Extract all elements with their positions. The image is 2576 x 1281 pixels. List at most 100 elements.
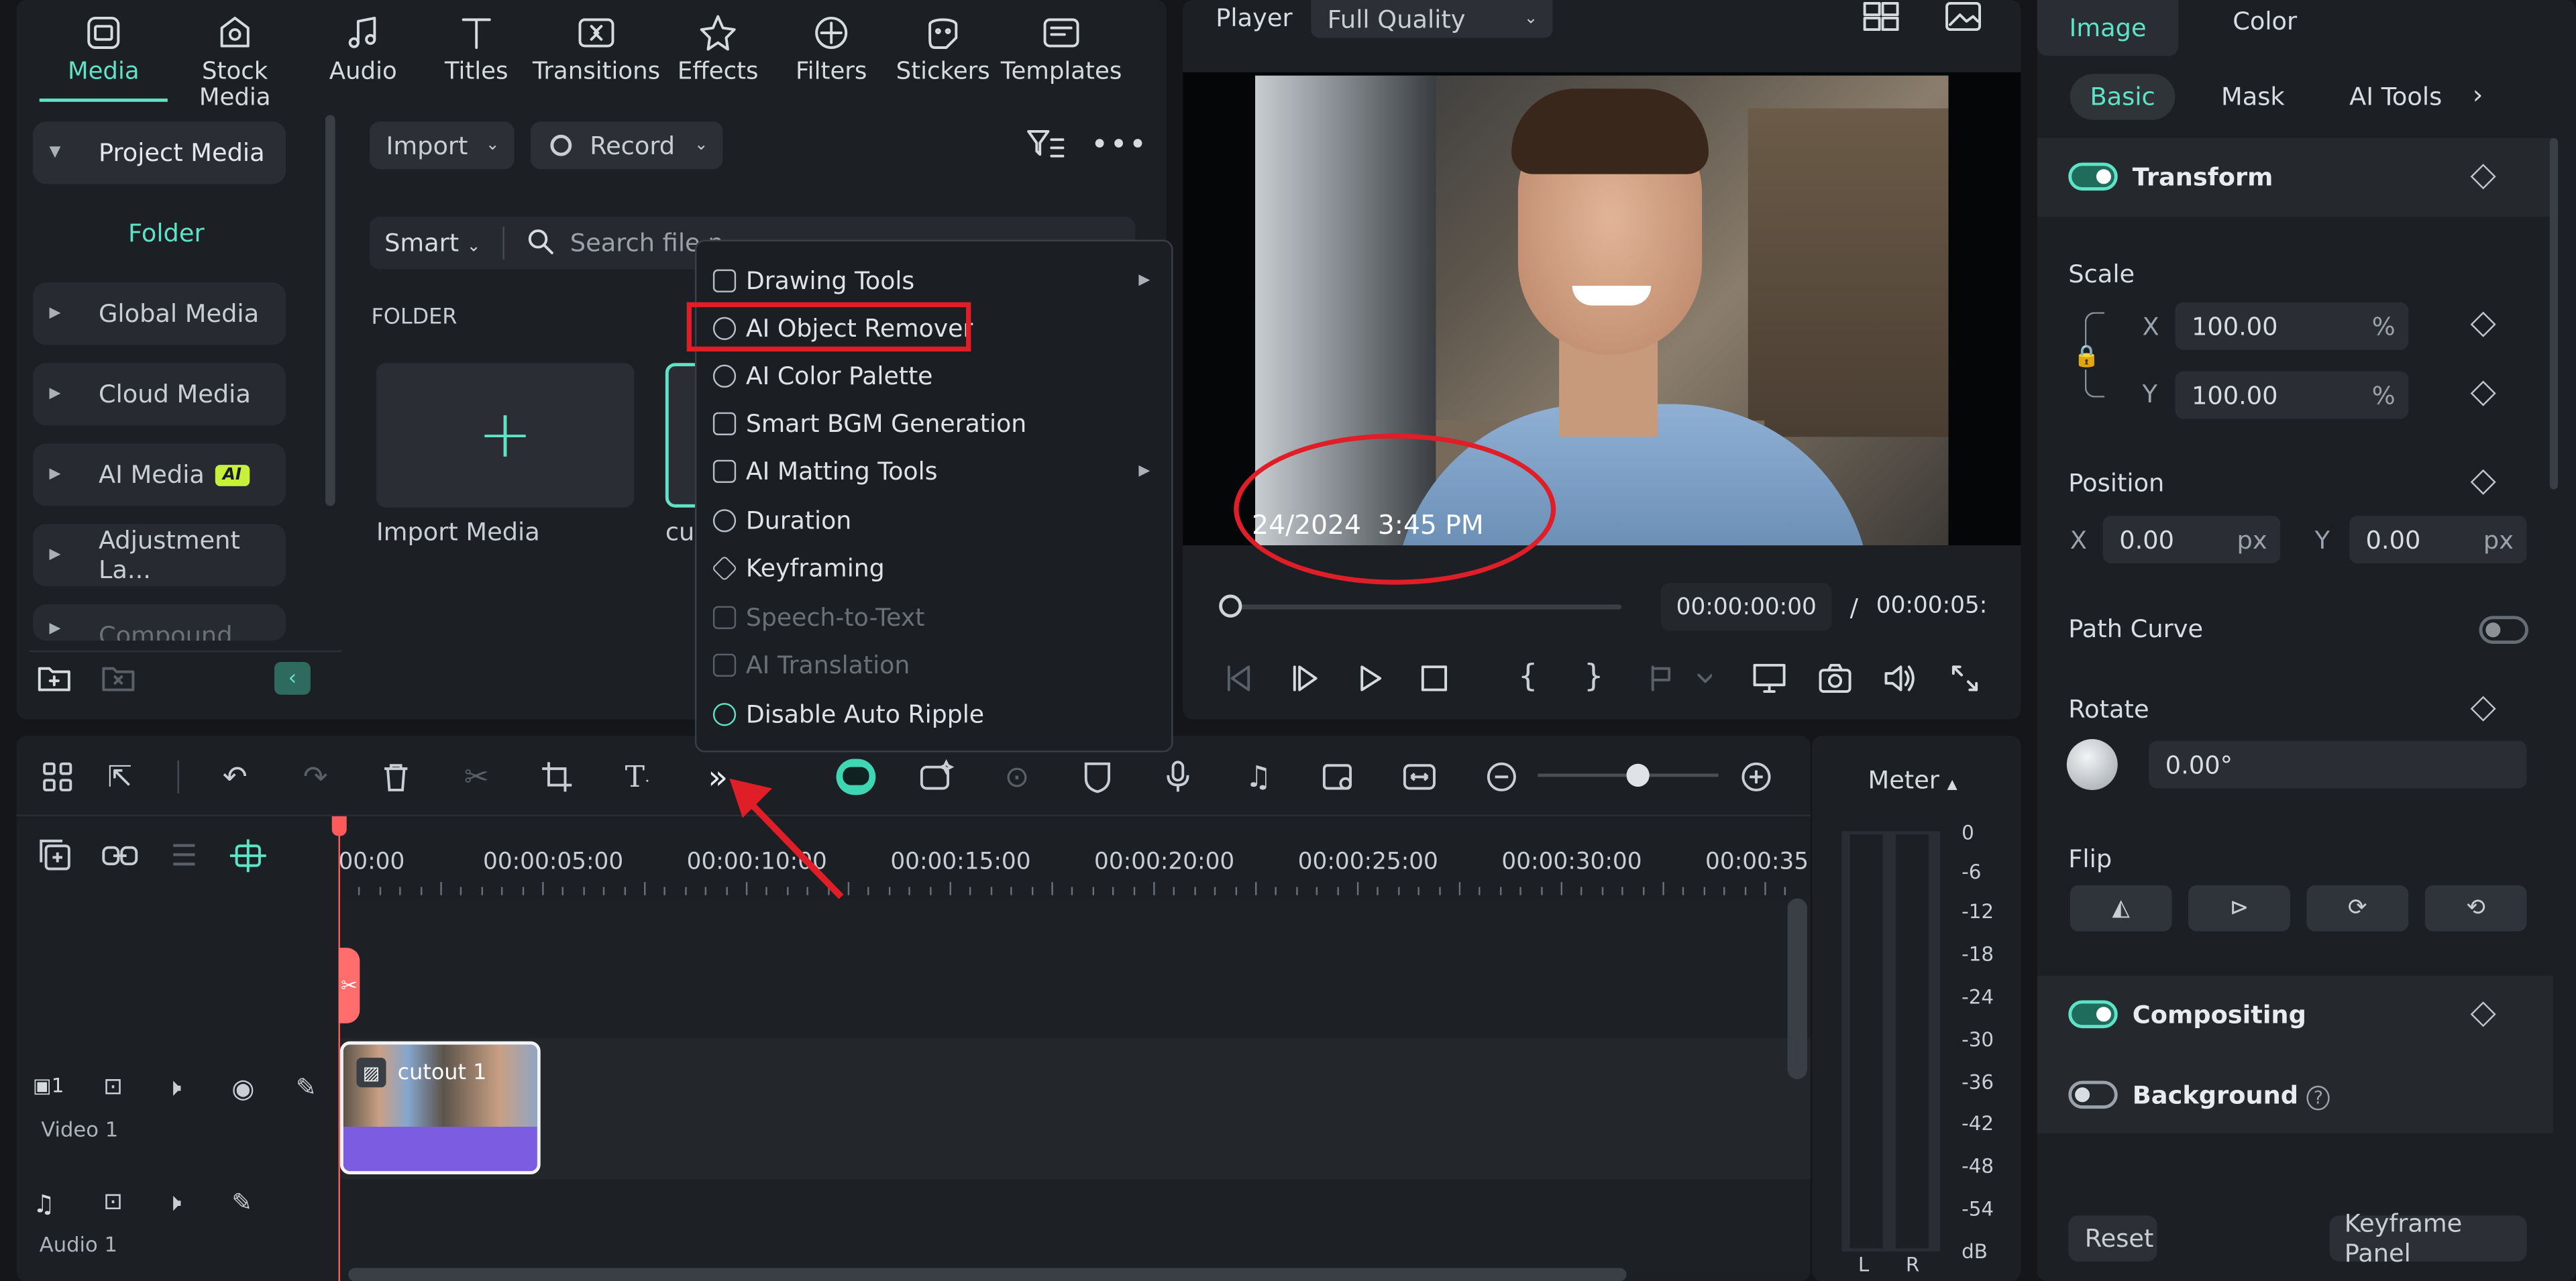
mark-out-icon[interactable]: } xyxy=(1584,659,1604,695)
subtab-basic[interactable]: Basic xyxy=(2070,74,2176,120)
mute-track-icon[interactable]: 🕨 xyxy=(166,1188,181,1217)
subtab-mask[interactable]: Mask xyxy=(2221,82,2285,111)
playhead[interactable] xyxy=(338,816,340,1281)
next-frame-icon[interactable] xyxy=(1288,662,1324,695)
sidebar-item-compound-clip[interactable]: ▶ Compound Clip xyxy=(32,604,286,641)
rotate-dial[interactable] xyxy=(2066,739,2118,790)
zoom-slider-handle[interactable] xyxy=(1625,763,1649,787)
collapse-sidebar-button[interactable]: ‹ xyxy=(274,661,311,695)
smart-filter-dropdown[interactable]: Smart ⌄ xyxy=(384,228,480,258)
zoom-out-icon[interactable] xyxy=(1481,756,1523,799)
timeline-horizontal-scrollbar[interactable] xyxy=(348,1268,1627,1281)
menu-item-ai-matting-tools[interactable]: AI Matting Tools ▶ xyxy=(710,449,1163,495)
stop-icon[interactable] xyxy=(1416,662,1452,695)
sidebar-item-ai-media[interactable]: ▶ AI Media AI xyxy=(32,443,286,506)
import-button[interactable]: Import ⌄ xyxy=(370,121,515,170)
magic-wand-icon[interactable]: ✎ xyxy=(296,1072,317,1102)
playhead-scissor-icon[interactable]: ✂ xyxy=(338,948,360,1023)
record-button[interactable]: Record ⌄ xyxy=(531,121,723,170)
compositing-toggle[interactable] xyxy=(2068,1000,2118,1029)
eye-icon[interactable]: ◉ xyxy=(231,1072,254,1104)
rotate-clockwise-button[interactable]: ⟳ xyxy=(2306,885,2409,932)
rotate-counterclockwise-button[interactable]: ⟲ xyxy=(2424,885,2527,932)
previous-frame-icon[interactable] xyxy=(1222,662,1258,695)
chevron-right-icon[interactable]: › xyxy=(2473,79,2483,111)
reset-button[interactable]: Reset xyxy=(2068,1215,2157,1262)
help-icon[interactable]: ? xyxy=(2306,1085,2330,1111)
microphone-icon[interactable] xyxy=(1157,756,1199,799)
sidebar-item-adjustment-layer[interactable]: ▶ Adjustment La... xyxy=(32,524,286,587)
keyframe-panel-button[interactable]: Keyframe Panel xyxy=(2329,1209,2527,1268)
fit-width-icon[interactable] xyxy=(1398,756,1441,799)
empty-track-area[interactable] xyxy=(338,898,1811,1038)
sidebar-item-folder[interactable]: Folder xyxy=(128,219,205,248)
tab-audio[interactable]: Audio xyxy=(299,7,427,86)
timeline-vertical-scrollbar[interactable] xyxy=(1787,898,1807,1079)
audio-track-lane[interactable] xyxy=(338,1179,1811,1272)
more-options-icon[interactable]: ••• xyxy=(1091,128,1148,162)
flip-vertical-button[interactable]: ⊳ xyxy=(2188,885,2290,932)
lock-icon[interactable]: 🔒 xyxy=(2073,345,2100,370)
menu-item-keyframing[interactable]: Keyframing xyxy=(710,545,1163,592)
lock-track-icon[interactable]: ⊡ xyxy=(103,1189,123,1215)
sidebar-scrollbar[interactable] xyxy=(325,115,335,506)
sidebar-item-global-media[interactable]: ▶ Global Media xyxy=(32,282,286,345)
import-media-tile[interactable]: + xyxy=(376,363,635,508)
menu-item-drawing-tools[interactable]: Drawing Tools ▶ xyxy=(710,258,1163,304)
rotate-field[interactable]: 0.00° xyxy=(2149,740,2527,789)
tab-stock-media[interactable]: Stock Media xyxy=(169,7,301,112)
undo-icon[interactable]: ↶ xyxy=(213,756,256,799)
mute-track-icon[interactable]: 🕨 xyxy=(166,1072,181,1102)
display-settings-icon[interactable] xyxy=(1752,662,1791,695)
tab-filters[interactable]: Filters xyxy=(767,7,896,86)
video-clip[interactable]: ▨ cutout 1 xyxy=(339,1041,541,1175)
position-y-field[interactable]: 0.00 px xyxy=(2349,515,2527,564)
flip-horizontal-button[interactable]: ◭ xyxy=(2070,885,2172,932)
filter-sort-icon[interactable] xyxy=(1024,127,1067,163)
sidebar-item-project-media[interactable]: ▼ Project Media xyxy=(32,121,286,184)
fullscreen-icon[interactable] xyxy=(1947,662,1983,695)
tab-media[interactable]: Media xyxy=(40,7,168,86)
menu-item-disable-auto-ripple[interactable]: Disable Auto Ripple xyxy=(710,691,1163,738)
menu-item-smart-bgm-generation[interactable]: Smart BGM Generation xyxy=(710,401,1163,447)
current-timecode[interactable]: 00:00:00:00 xyxy=(1660,583,1832,631)
audio-mix-icon[interactable]: ♫ xyxy=(1237,756,1280,799)
lock-track-icon[interactable]: ⊡ xyxy=(103,1074,123,1101)
mark-in-icon[interactable]: { xyxy=(1518,659,1538,695)
scale-x-field[interactable]: 100.00% xyxy=(2175,302,2409,350)
text-tool-icon[interactable]: T. xyxy=(616,756,659,799)
magic-wand-icon[interactable]: ✎ xyxy=(231,1188,252,1217)
timeline-ruler[interactable]: 00:00 00:00:05:00 00:00:10:00 00:00:15:0… xyxy=(338,816,1811,898)
tab-color[interactable]: Color xyxy=(2233,7,2297,36)
player-scrubber[interactable] xyxy=(1230,604,1622,610)
position-x-field[interactable]: 0.00 px xyxy=(2102,515,2281,564)
transform-toggle[interactable] xyxy=(2068,162,2118,191)
group-clips-icon[interactable]: ☰ xyxy=(162,834,205,877)
background-toggle[interactable] xyxy=(2068,1080,2118,1109)
ai-effects-icon[interactable] xyxy=(915,756,958,799)
volume-icon[interactable] xyxy=(1881,662,1917,695)
menu-item-ai-color-palette[interactable]: AI Color Palette xyxy=(710,353,1163,400)
meter-dropdown[interactable]: Meter ▲ xyxy=(1868,765,1957,795)
properties-scrollbar[interactable] xyxy=(2549,137,2559,490)
zoom-in-icon[interactable] xyxy=(1735,756,1778,799)
quality-dropdown[interactable]: Full Quality ⌄ xyxy=(1311,0,1553,38)
delete-icon[interactable] xyxy=(374,756,417,799)
sidebar-item-cloud-media[interactable]: ▶ Cloud Media xyxy=(32,363,286,426)
play-icon[interactable] xyxy=(1352,662,1389,695)
snap-icon[interactable] xyxy=(227,834,270,877)
tab-image[interactable]: Image xyxy=(2037,0,2179,56)
scrubber-handle[interactable] xyxy=(1219,594,1242,618)
crop-icon[interactable] xyxy=(535,756,578,799)
video-track-lane[interactable] xyxy=(338,1038,1811,1180)
tab-templates[interactable]: Templates xyxy=(998,7,1126,86)
playhead-handle[interactable] xyxy=(331,816,347,836)
tab-transitions[interactable]: Transitions xyxy=(532,7,660,86)
redo-icon[interactable]: ↷ xyxy=(294,756,337,799)
image-view-icon[interactable] xyxy=(1943,0,1986,33)
tab-stickers[interactable]: Stickers xyxy=(879,7,1007,86)
marker-icon[interactable] xyxy=(1646,662,1712,695)
link-clips-icon[interactable] xyxy=(99,834,142,877)
cut-icon[interactable]: ✂ xyxy=(455,756,498,799)
select-tool-icon[interactable]: ⇱ xyxy=(99,756,142,799)
